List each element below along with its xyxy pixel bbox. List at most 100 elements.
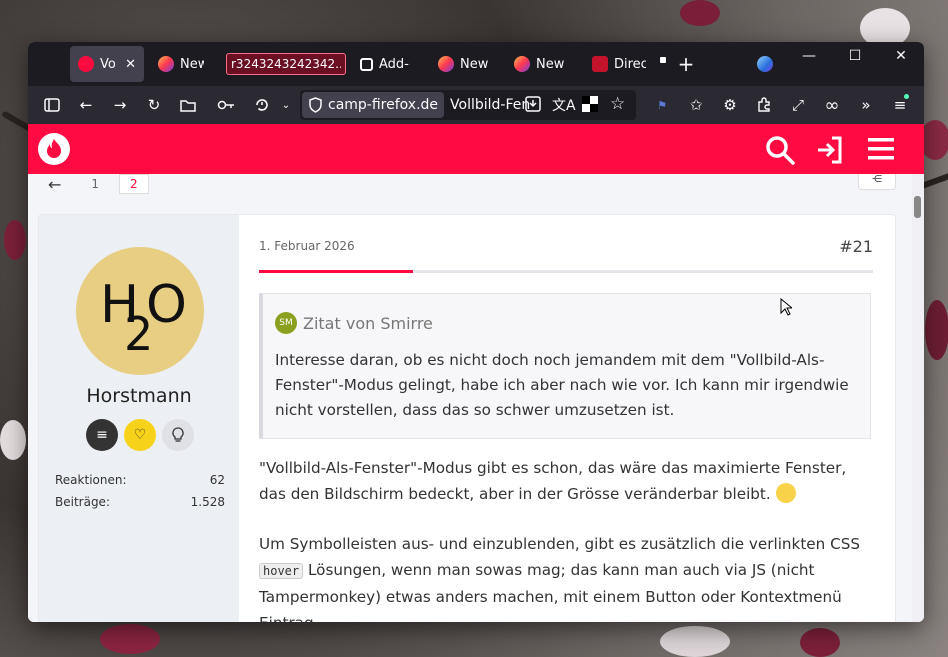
puzzle-icon[interactable] bbox=[752, 93, 776, 117]
tab-new-2[interactable]: New T bbox=[430, 46, 496, 82]
chevron-down-icon[interactable]: ⌄ bbox=[274, 93, 298, 117]
translate-icon[interactable]: 文A bbox=[552, 95, 576, 115]
tab-label: New T bbox=[460, 56, 488, 72]
infinity-icon[interactable]: ∞ bbox=[820, 93, 844, 117]
firefox-icon bbox=[757, 56, 773, 72]
tab-addons[interactable]: Add-o bbox=[352, 46, 418, 82]
stat-row: Beiträge: 1.528 bbox=[55, 495, 225, 509]
extension-icon[interactable]: ⚑ bbox=[650, 93, 674, 117]
history-icon[interactable] bbox=[250, 93, 274, 117]
page-link-1[interactable]: 1 bbox=[91, 177, 99, 191]
avatar[interactable]: H 2 O bbox=[76, 247, 204, 375]
author-panel: H 2 O Horstmann ≡ ♡ Reaktionen: 62 Beitr… bbox=[39, 215, 239, 622]
reading-progress-bar bbox=[259, 270, 873, 273]
inline-code: hover bbox=[259, 563, 304, 579]
quote-header: SM Zitat von Smirre bbox=[275, 312, 433, 334]
stat-label: Reaktionen: bbox=[55, 473, 127, 487]
forward-arrow-icon[interactable]: → bbox=[108, 93, 132, 117]
stat-value: 62 bbox=[209, 473, 225, 487]
camp-firefox-logo[interactable] bbox=[38, 133, 70, 165]
url-domain: camp-firefox.de bbox=[328, 97, 439, 113]
tab-r3243[interactable]: r3243243242342... bbox=[226, 53, 346, 75]
scrollbar-thumb[interactable] bbox=[914, 196, 921, 218]
puzzle-icon bbox=[360, 57, 373, 71]
url-bar[interactable]: camp-firefox.de Vollbild-Fen 文A ☆ bbox=[300, 90, 636, 120]
page-link-2[interactable]: 2 bbox=[119, 174, 149, 194]
firefox-icon bbox=[438, 56, 454, 72]
mouse-cursor-icon bbox=[780, 298, 792, 316]
author-name[interactable]: Horstmann bbox=[39, 385, 239, 407]
search-icon[interactable] bbox=[764, 134, 796, 166]
post-text: Um Symbolleisten aus- und einzublenden, … bbox=[259, 535, 860, 553]
quote-avatar: SM bbox=[275, 312, 297, 334]
heart-icon[interactable]: ♡ bbox=[124, 419, 156, 451]
post-number[interactable]: #21 bbox=[839, 237, 873, 256]
stat-row: Reaktionen: 62 bbox=[55, 473, 225, 487]
post-text: Lösungen, wenn man sowas mag; das kann m… bbox=[259, 561, 842, 622]
post-paragraph: Um Symbolleisten aus- und einzublenden, … bbox=[259, 531, 873, 622]
author-badges: ≡ ♡ bbox=[86, 419, 194, 451]
close-window-button[interactable]: ✕ bbox=[878, 42, 924, 70]
hamburger-menu-icon[interactable] bbox=[866, 134, 896, 164]
camp-firefox-icon bbox=[78, 56, 94, 72]
dragon-icon bbox=[592, 56, 608, 72]
site-header bbox=[28, 124, 924, 174]
firefox-icon bbox=[158, 56, 174, 72]
tab-direct[interactable]: Direct bbox=[584, 46, 654, 82]
post-card: H 2 O Horstmann ≡ ♡ Reaktionen: 62 Beitr… bbox=[38, 214, 896, 622]
tab-label: Direct bbox=[614, 56, 646, 72]
browser-window: Voll ✕ New T r3243243242342... Add-o New… bbox=[28, 42, 924, 622]
post-text: "Vollbild-Als-Fenster"-Modus gibt es sch… bbox=[259, 459, 847, 503]
page-title-in-url: Vollbild-Fen bbox=[450, 97, 531, 113]
star-icon[interactable]: ✩ bbox=[684, 93, 708, 117]
reading-progress-fill bbox=[259, 270, 413, 273]
maximize-button[interactable]: ☐ bbox=[832, 42, 878, 70]
tab-new-1[interactable]: New T bbox=[150, 46, 212, 82]
quote-text: Interesse daran, ob es nicht doch noch j… bbox=[275, 351, 849, 419]
key-icon[interactable] bbox=[214, 93, 238, 117]
tab-label: r3243243242342... bbox=[231, 57, 341, 71]
gear-icon[interactable]: ⚙ bbox=[718, 93, 742, 117]
site-identity[interactable]: camp-firefox.de bbox=[302, 92, 445, 118]
fullscreen-icon[interactable]: ⤢ bbox=[786, 93, 810, 117]
download-icon[interactable] bbox=[524, 95, 544, 115]
firefox-view-button[interactable] bbox=[748, 54, 782, 74]
shield-icon bbox=[309, 97, 322, 113]
folder-icon[interactable] bbox=[176, 93, 200, 117]
stat-value: 1.528 bbox=[190, 495, 225, 509]
reload-icon[interactable]: ↻ bbox=[142, 93, 166, 117]
sidebar-icon[interactable] bbox=[40, 93, 64, 117]
prev-page-arrow-icon[interactable]: ← bbox=[48, 175, 61, 194]
quote-author[interactable]: Zitat von Smirre bbox=[303, 314, 433, 333]
tab-label: Voll bbox=[100, 56, 116, 72]
post-date[interactable]: 1. Februar 2026 bbox=[259, 239, 355, 253]
bookmark-star-icon[interactable]: ☆ bbox=[610, 94, 625, 114]
stat-label: Beiträge: bbox=[55, 495, 110, 509]
tab-label: Add-o bbox=[379, 56, 410, 72]
lightbulb-icon[interactable] bbox=[162, 419, 194, 451]
tab-label: New T bbox=[180, 56, 204, 72]
tab-new-3[interactable]: New T bbox=[506, 46, 572, 82]
minimize-button[interactable]: — bbox=[786, 42, 832, 70]
tab-bar: Voll ✕ New T r3243243242342... Add-o New… bbox=[28, 42, 924, 86]
page-content: ← 1 2 ⋲ H 2 O Horstmann ≡ ♡ Reaktionen: … bbox=[28, 174, 924, 622]
update-dot bbox=[904, 94, 909, 99]
nav-bar: ← → ↻ ⌄ camp-firefox.de Vollbild-Fen 文A … bbox=[28, 86, 924, 124]
post-paragraph: "Vollbild-Als-Fenster"-Modus gibt es sch… bbox=[259, 455, 873, 507]
qr-code-icon[interactable] bbox=[582, 96, 598, 112]
avatar-letter: O bbox=[146, 275, 187, 335]
firefox-icon bbox=[514, 56, 530, 72]
login-icon[interactable] bbox=[814, 134, 846, 166]
list-icon[interactable]: ≡ bbox=[86, 419, 118, 451]
tab-label: New T bbox=[536, 56, 564, 72]
tab-vollbild[interactable]: Voll ✕ bbox=[70, 46, 144, 82]
close-tab-icon[interactable]: ✕ bbox=[125, 57, 136, 72]
overflow-chevron-icon[interactable]: » bbox=[854, 93, 878, 117]
share-button[interactable]: ⋲ bbox=[858, 174, 896, 190]
thinking-emoji-icon bbox=[775, 483, 796, 503]
back-arrow-icon[interactable]: ← bbox=[74, 93, 98, 117]
page-scrollbar[interactable] bbox=[912, 174, 924, 622]
author-stats: Reaktionen: 62 Beiträge: 1.528 bbox=[55, 473, 225, 517]
new-tab-button[interactable]: + bbox=[664, 50, 708, 78]
pagination: ← 1 2 bbox=[48, 174, 149, 194]
